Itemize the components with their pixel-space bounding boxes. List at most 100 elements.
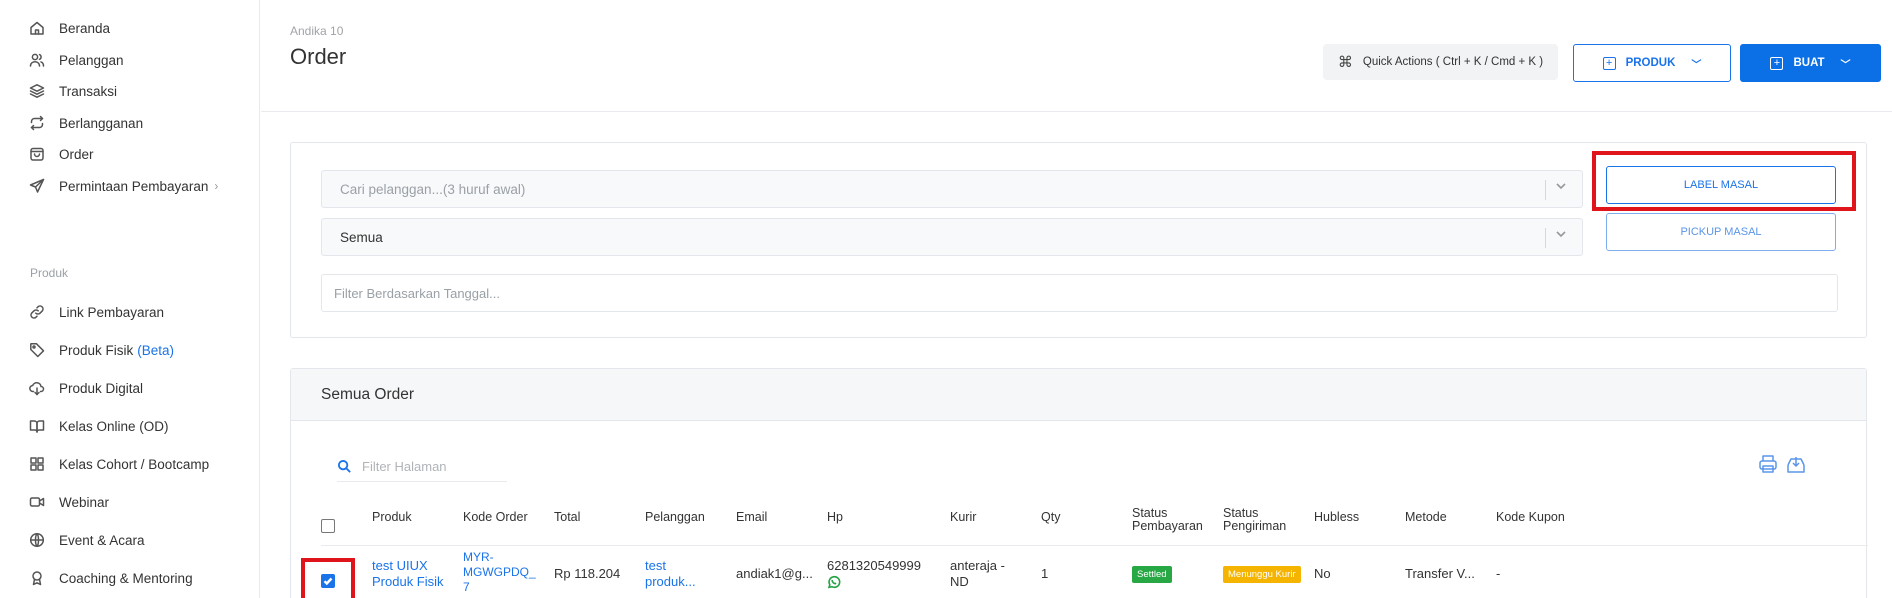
printer-icon[interactable] — [1757, 453, 1779, 475]
globe-icon — [28, 531, 46, 549]
chevron-down-icon[interactable] — [1554, 179, 1572, 197]
download-icon[interactable] — [1785, 453, 1807, 475]
sidebar-item-coaching[interactable]: Coaching & Mentoring — [28, 566, 193, 590]
kode-line: 7 — [463, 580, 470, 594]
column-header-kode-order[interactable]: Kode Order — [463, 510, 528, 524]
date-filter-input[interactable]: Filter Berdasarkan Tanggal... — [321, 274, 1838, 312]
column-header-hp[interactable]: Hp — [827, 510, 843, 524]
chevron-down-icon: ﹀ — [1840, 59, 1851, 71]
pelanggan-line: produk... — [645, 574, 696, 590]
book-icon — [28, 417, 46, 435]
sidebar-item-label: Kelas Cohort / Bootcamp — [59, 456, 210, 472]
sidebar-item-kelas-cohort[interactable]: Kelas Cohort / Bootcamp — [28, 452, 209, 476]
users-icon — [28, 51, 46, 69]
chevron-right-icon: › — [214, 179, 219, 193]
sidebar-item-label: Berlangganan — [59, 115, 144, 131]
sidebar-item-event-acara[interactable]: Event & Acara — [28, 528, 145, 552]
sidebar-item-kelas-online[interactable]: Kelas Online (OD) — [28, 414, 169, 438]
buat-button-label: BUAT — [1793, 57, 1825, 69]
row-produk-link[interactable]: test UIUX Produk Fisik — [372, 558, 444, 591]
whatsapp-icon[interactable] — [827, 575, 841, 589]
status-select-value: Semua — [340, 229, 383, 245]
status-select[interactable]: Semua — [321, 218, 1583, 256]
customer-search-placeholder: Cari pelanggan...(3 huruf awal) — [340, 181, 526, 197]
status-pembayaran-badge: Settled — [1132, 566, 1172, 583]
chevron-down-icon[interactable] — [1554, 227, 1572, 245]
column-header-status-pengiriman[interactable]: Status Pengiriman — [1223, 506, 1286, 533]
column-header-total[interactable]: Total — [554, 510, 580, 524]
sidebar-item-label: Produk Digital — [59, 380, 144, 396]
sidebar-item-label: Beranda — [59, 20, 111, 36]
produk-button[interactable]: + PRODUK ﹀ — [1573, 44, 1731, 82]
sidebar-item-produk-digital[interactable]: Produk Digital — [28, 376, 143, 400]
sidebar-item-label: Kelas Online (OD) — [59, 418, 169, 434]
send-icon — [28, 177, 46, 195]
kurir-line: ND — [950, 574, 969, 590]
sidebar-item-produk-fisik[interactable]: Produk Fisik (Beta) — [28, 338, 174, 362]
sidebar-item-beranda[interactable]: Beranda — [28, 16, 110, 40]
sidebar-item-webinar[interactable]: Webinar — [28, 490, 109, 514]
row-hubless: No — [1314, 566, 1331, 581]
row-email: andiak1@g... — [736, 566, 813, 581]
row-pelanggan-link[interactable]: test produk... — [645, 558, 696, 591]
award-icon — [28, 569, 46, 587]
sidebar-item-berlangganan[interactable]: Berlangganan — [28, 111, 143, 135]
column-header-kode-kupon[interactable]: Kode Kupon — [1496, 510, 1565, 524]
page-filter-placeholder: Filter Halaman — [362, 459, 447, 474]
row-checkbox[interactable] — [321, 574, 335, 588]
quick-actions-label: Quick Actions ( Ctrl + K / Cmd + K ) — [1362, 56, 1544, 68]
cloud-download-icon — [28, 379, 46, 397]
kode-line: MGWGPDQ_ — [463, 565, 536, 579]
header-divider — [261, 111, 1892, 112]
row-qty: 1 — [1041, 566, 1049, 581]
sidebar-item-transaksi[interactable]: Transaksi — [28, 79, 117, 103]
column-header-email[interactable]: Email — [736, 510, 767, 524]
select-separator — [1545, 180, 1546, 200]
kurir-line: anteraja - — [950, 558, 1005, 573]
sidebar-item-link-pembayaran[interactable]: Link Pembayaran — [28, 300, 164, 324]
select-all-checkbox[interactable] — [321, 519, 335, 533]
table-header-divider — [321, 545, 1868, 546]
row-metode: Transfer V... — [1405, 566, 1475, 581]
sidebar-item-label: Transaksi — [59, 83, 118, 99]
breadcrumb[interactable]: Andika 10 — [290, 24, 343, 38]
orders-card: Semua Order Filter Halaman Produk Kode O… — [290, 368, 1868, 598]
plus-square-icon: + — [1770, 56, 1784, 70]
orders-card-header: Semua Order — [291, 369, 1866, 421]
bag-icon — [28, 145, 46, 163]
label-masal-button[interactable]: LABEL MASAL — [1606, 166, 1836, 204]
produk-line: Produk Fisik — [372, 574, 444, 590]
sidebar-item-label: Link Pembayaran — [59, 304, 165, 320]
sidebar-item-permintaan-pembayaran[interactable]: Permintaan Pembayaran › — [28, 174, 218, 198]
page-title: Order — [290, 44, 347, 69]
tag-icon — [28, 341, 46, 359]
column-header-pelanggan[interactable]: Pelanggan — [645, 510, 705, 524]
column-header-metode[interactable]: Metode — [1405, 510, 1447, 524]
sidebar-item-pelanggan[interactable]: Pelanggan — [28, 48, 124, 72]
link-icon — [28, 303, 46, 321]
sidebar-section-produk: Produk — [30, 266, 69, 280]
row-total: Rp 118.204 — [554, 566, 621, 581]
sidebar-item-label: Order — [59, 146, 94, 162]
customer-search-select[interactable]: Cari pelanggan...(3 huruf awal) — [321, 170, 1583, 208]
pelanggan-line: test — [645, 558, 666, 573]
column-header-produk[interactable]: Produk — [372, 510, 412, 524]
sidebar-item-order[interactable]: Order — [28, 142, 94, 166]
column-header-status-pembayaran[interactable]: Status Pembayaran — [1132, 506, 1203, 533]
search-icon — [337, 459, 351, 473]
sidebar-item-label: Event & Acara — [59, 532, 145, 548]
produk-line: test UIUX — [372, 558, 428, 573]
column-header-qty[interactable]: Qty — [1041, 510, 1060, 524]
sidebar-item-label: Pelanggan — [59, 52, 124, 68]
page-filter-input[interactable]: Filter Halaman — [337, 452, 507, 482]
quick-actions-button[interactable]: ⌘ Quick Actions ( Ctrl + K / Cmd + K ) — [1323, 44, 1558, 80]
buat-button[interactable]: + BUAT ﹀ — [1740, 44, 1881, 82]
pickup-masal-button[interactable]: PICKUP MASAL — [1606, 213, 1836, 251]
sidebar-item-label: Webinar — [59, 494, 110, 510]
video-icon — [28, 493, 46, 511]
column-header-hubless[interactable]: Hubless — [1314, 510, 1359, 524]
status-pengiriman-badge: Menunggu Kurir — [1223, 566, 1301, 583]
column-header-kurir[interactable]: Kurir — [950, 510, 976, 524]
row-kode-order-link[interactable]: MYR- MGWGPDQ_ 7 — [463, 550, 536, 595]
kode-line: MYR- — [463, 550, 494, 564]
